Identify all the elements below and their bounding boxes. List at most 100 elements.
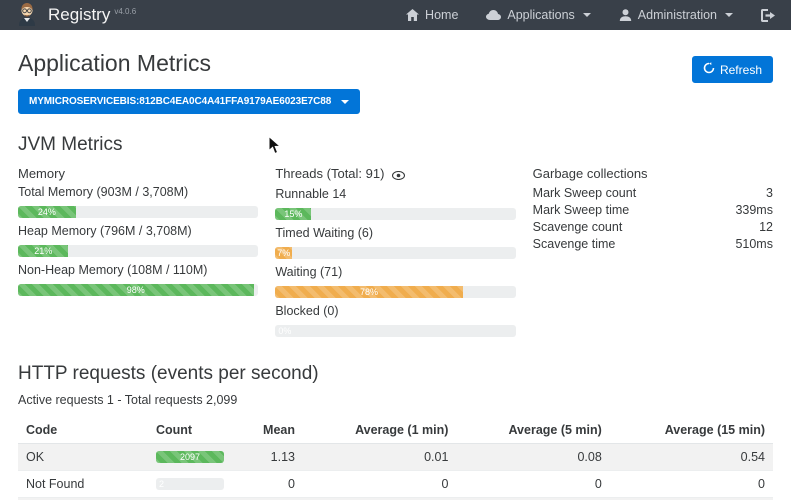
http-col-header: Mean [233, 417, 303, 444]
http-requests-summary: Active requests 1 - Total requests 2,099 [18, 393, 773, 407]
http-code-cell: Not Found [18, 471, 148, 498]
gc-row: Mark Sweep count 3 [533, 185, 773, 202]
gc-value: 12 [759, 219, 773, 236]
http-col-header: Average (15 min) [610, 417, 773, 444]
metric-label: Blocked (0) [275, 304, 515, 318]
http-value-cell: 0.08 [456, 444, 609, 471]
navbar-menu: Home Applications Administration [406, 8, 775, 22]
progress-bar: 98% [18, 284, 254, 296]
progress-track: 78% [275, 286, 515, 298]
http-value-cell: 0 [303, 471, 456, 498]
caret-down-icon [583, 13, 591, 17]
progress-track: 24% [18, 206, 258, 218]
progress-bar: 24% [18, 206, 76, 218]
nav-item-administration[interactable]: Administration [619, 8, 733, 22]
progress-label: 2097 [180, 452, 200, 462]
gc-row: Scavenge time 510ms [533, 236, 773, 253]
gc-label: Scavenge time [533, 236, 616, 253]
threads-column: Threads (Total: 91) Runnable 1415%Timed … [275, 164, 515, 343]
gc-label: Scavenge count [533, 219, 623, 236]
jhipster-avatar-icon [16, 2, 38, 29]
http-requests-table: CodeCountMeanAverage (1 min)Average (5 m… [18, 417, 773, 500]
progress-bar: 7% [275, 247, 292, 259]
http-count-cell: 2 [148, 471, 233, 498]
main-content: Application Metrics Refresh MYMICROSERVI… [0, 50, 791, 500]
eye-icon[interactable] [392, 168, 405, 183]
http-col-header: Count [148, 417, 233, 444]
refresh-label: Refresh [720, 63, 762, 77]
nav-item-label: Administration [638, 8, 717, 22]
jvm-metrics-title: JVM Metrics [18, 134, 773, 156]
progress-label: 15% [284, 209, 302, 219]
http-value-cell: 0 [456, 471, 609, 498]
http-table-row: OK 2097 1.130.010.080.54 [18, 444, 773, 471]
progress-label: 7% [277, 248, 290, 258]
http-col-header: Code [18, 417, 148, 444]
metric-label: Total Memory (903M / 3,708M) [18, 185, 258, 199]
gc-row: Scavenge count 12 [533, 219, 773, 236]
progress-track: 15% [275, 208, 515, 220]
nav-item-applications[interactable]: Applications [486, 8, 590, 22]
gc-title: Garbage collections [533, 166, 773, 181]
progress-track: 98% [18, 284, 258, 296]
page-title: Application Metrics [18, 50, 773, 77]
http-count-cell: 2097 [148, 444, 233, 471]
gc-label: Mark Sweep time [533, 202, 630, 219]
gc-value: 3 [766, 185, 773, 202]
refresh-button[interactable]: Refresh [692, 56, 773, 83]
progress-track: 2 [156, 478, 224, 490]
http-table-row: Not Found20000 [18, 471, 773, 498]
progress-track: 7% [275, 247, 515, 259]
progress-label: 2 [159, 478, 164, 490]
progress-label: 78% [360, 287, 378, 297]
sign-out-icon [761, 9, 775, 22]
progress-bar: 15% [275, 208, 311, 220]
progress-bar: 21% [18, 245, 68, 257]
http-col-header: Average (1 min) [303, 417, 456, 444]
gc-row: Mark Sweep time 339ms [533, 202, 773, 219]
caret-down-icon [341, 100, 349, 104]
http-requests-title: HTTP requests (events per second) [18, 363, 773, 385]
progress-track: 2097 [156, 451, 224, 463]
gc-label: Mark Sweep count [533, 185, 637, 202]
progress-track: 21% [18, 245, 258, 257]
refresh-icon [703, 62, 715, 77]
user-icon [619, 9, 632, 21]
nav-item-label: Home [425, 8, 458, 22]
brand[interactable]: Registry v4.0.6 [16, 2, 136, 29]
progress-label: 24% [38, 207, 56, 217]
top-navbar: Registry v4.0.6 Home Applications Administ… [0, 0, 791, 30]
metric-label: Heap Memory (796M / 3,708M) [18, 224, 258, 238]
memory-title: Memory [18, 166, 258, 181]
sign-out-button[interactable] [761, 9, 775, 22]
home-icon [406, 9, 419, 21]
http-value-cell: 1.13 [233, 444, 303, 471]
instance-selector-dropdown[interactable]: MYMICROSERVICEBIS:812BC4EA0C4A41FFA9179A… [18, 89, 360, 114]
http-col-header: Average (5 min) [456, 417, 609, 444]
progress-bar: 2097 [156, 451, 224, 463]
caret-down-icon [725, 13, 733, 17]
jvm-metrics-columns: Memory Total Memory (903M / 3,708M) 24% He… [18, 164, 773, 343]
progress-label: 98% [127, 285, 145, 295]
progress-track: 0% [275, 325, 515, 337]
metric-label: Runnable 14 [275, 187, 515, 201]
gc-value: 339ms [735, 202, 773, 219]
progress-bar: 78% [275, 286, 462, 298]
metric-label: Waiting (71) [275, 265, 515, 279]
nav-item-home[interactable]: Home [406, 8, 458, 22]
http-value-cell: 0.01 [303, 444, 456, 471]
gc-value: 510ms [735, 236, 773, 253]
metric-label: Non-Heap Memory (108M / 110M) [18, 263, 258, 277]
threads-title-text: Threads (Total: 91) [275, 166, 384, 181]
cloud-icon [486, 10, 501, 20]
brand-version: v4.0.6 [114, 7, 136, 16]
memory-column: Memory Total Memory (903M / 3,708M) 24% He… [18, 164, 258, 343]
http-value-cell: 0 [233, 471, 303, 498]
http-code-cell: OK [18, 444, 148, 471]
threads-title: Threads (Total: 91) [275, 166, 515, 183]
http-value-cell: 0.54 [610, 444, 773, 471]
nav-item-label: Applications [507, 8, 574, 22]
progress-label: 0% [278, 325, 291, 337]
instance-selector-label: MYMICROSERVICEBIS:812BC4EA0C4A41FFA9179A… [29, 96, 331, 107]
gc-column: Garbage collections Mark Sweep count3Mar… [533, 164, 773, 343]
